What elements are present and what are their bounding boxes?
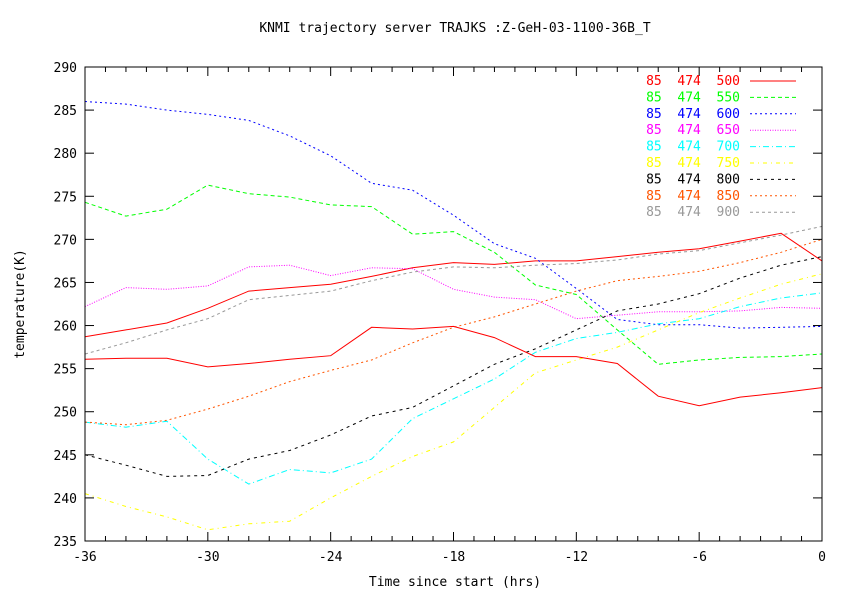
y-tick-label: 235 (54, 535, 77, 550)
legend-label: 85 474 800 (646, 172, 740, 187)
x-tick-label: -12 (565, 550, 588, 565)
legend-label: 85 474 500 (646, 74, 740, 89)
y-tick-label: 250 (54, 406, 77, 421)
y-axis-label: temperature(K) (13, 249, 28, 359)
series-line-9 (84, 325, 823, 407)
chart-title: KNMI trajectory server TRAJKS :Z-GeH-03-… (259, 21, 651, 36)
legend-label: 85 474 900 (646, 205, 740, 220)
x-axis-label: Time since start (hrs) (369, 575, 541, 590)
series-line-4 (84, 292, 823, 485)
legend-label: 85 474 850 (646, 189, 740, 204)
x-tick-label: -24 (319, 550, 343, 565)
legend-label: 85 474 550 (646, 90, 740, 105)
x-tick-label: 0 (818, 550, 826, 565)
y-tick-label: 265 (54, 276, 77, 291)
series-line-6 (84, 256, 823, 477)
legend-label: 85 474 700 (646, 140, 740, 155)
legend-label: 85 474 750 (646, 156, 740, 171)
y-tick-label: 290 (54, 61, 77, 76)
x-tick-label: -18 (442, 550, 465, 565)
x-tick-label: -30 (196, 550, 219, 565)
trajectory-chart: KNMI trajectory server TRAJKS :Z-GeH-03-… (13, 21, 826, 590)
series-line-8 (84, 225, 823, 355)
legend: 85 474 50085 474 550 85 474 60085 474 650… (646, 74, 796, 220)
y-tick-label: 270 (54, 233, 77, 248)
series-line-3 (84, 264, 823, 320)
y-tick-label: 260 (54, 320, 77, 335)
x-tick-label: -6 (691, 550, 707, 565)
y-tick-label: 240 (54, 492, 77, 507)
y-tick-label: 255 (54, 363, 77, 378)
legend-label: 85 474 650 (646, 123, 740, 138)
legend-label: 85 474 600 (646, 107, 740, 122)
y-tick-label: 285 (54, 104, 77, 119)
x-tick-label: -36 (73, 550, 96, 565)
y-tick-label: 275 (54, 190, 77, 205)
series-line-0 (84, 232, 823, 338)
y-tick-label: 280 (54, 147, 77, 162)
y-tick-label: 245 (54, 449, 77, 464)
